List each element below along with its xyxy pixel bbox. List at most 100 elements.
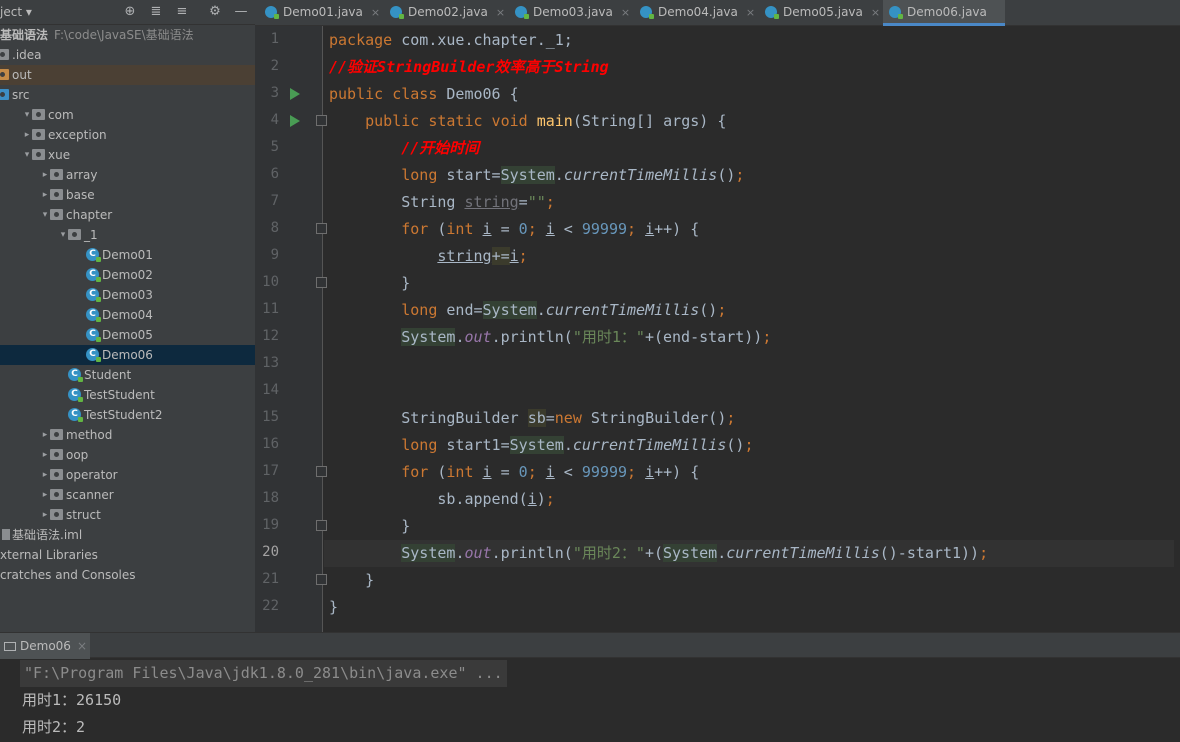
tree-item-label: array — [66, 168, 98, 182]
code-line-17[interactable]: for (int i = 0; i < 99999; i++) { — [329, 459, 1179, 486]
code-line-6[interactable]: long start=System.currentTimeMillis(); — [329, 162, 1179, 189]
fold-icon[interactable] — [316, 223, 327, 234]
close-icon[interactable]: × — [496, 6, 505, 19]
tab-demo05[interactable]: Demo05.java × — [763, 0, 881, 26]
tree-item-struct[interactable]: ▸ struct — [0, 505, 255, 525]
tree-item-基础语法[interactable]: 基础语法 F:\code\JavaSE\基础语法 — [0, 25, 255, 45]
close-icon[interactable]: × — [621, 6, 630, 19]
chevron-right-icon[interactable]: ▸ — [40, 425, 50, 445]
chevron-right-icon[interactable]: ▸ — [40, 505, 50, 525]
tree-item-base[interactable]: ▸ base — [0, 185, 255, 205]
console-output-line: 用时2：2 — [22, 718, 86, 736]
chevron-right-icon[interactable]: ▸ — [40, 165, 50, 185]
run-icon[interactable] — [290, 88, 300, 100]
tree-item-out[interactable]: out — [0, 65, 255, 85]
chevron-right-icon[interactable]: ▸ — [40, 465, 50, 485]
chevron-right-icon[interactable]: ▸ — [40, 185, 50, 205]
code-line-19[interactable]: } — [329, 513, 1179, 540]
code-line-16[interactable]: long start1=System.currentTimeMillis(); — [329, 432, 1179, 459]
fold-icon[interactable] — [316, 574, 327, 585]
run-icon[interactable] — [290, 115, 300, 127]
folder-icon — [50, 209, 63, 220]
tab-demo06[interactable]: Demo06.java — [883, 0, 1005, 26]
tree-item-label: exception — [48, 128, 107, 142]
close-icon[interactable]: × — [77, 639, 87, 653]
code-line-9[interactable]: string+=i; — [329, 243, 1179, 270]
code-line-20[interactable]: System.out.println("用时2："+(System.curren… — [324, 540, 1174, 567]
close-icon[interactable]: × — [871, 6, 880, 19]
chevron-right-icon[interactable]: ▸ — [40, 485, 50, 505]
chevron-right-icon[interactable]: ▸ — [22, 125, 32, 145]
tree-item-idea[interactable]: .idea — [0, 45, 255, 65]
chevron-down-icon[interactable]: ▾ — [22, 145, 32, 165]
code-line-8[interactable]: for (int i = 0; i < 99999; i++) { — [329, 216, 1179, 243]
fold-icon[interactable] — [316, 277, 327, 288]
tab-demo04[interactable]: Demo04.java × — [638, 0, 756, 26]
tree-item-com[interactable]: ▾ com — [0, 105, 255, 125]
tree-item-demo05[interactable]: C Demo05 — [0, 325, 255, 345]
code-line-15[interactable]: StringBuilder sb=new StringBuilder(); — [329, 405, 1179, 432]
minimize-icon[interactable]: — — [233, 4, 249, 20]
tree-item-基础语法-iml[interactable]: 基础语法.iml — [0, 525, 255, 545]
close-icon[interactable]: × — [746, 6, 755, 19]
code-line-12[interactable]: System.out.println("用时1："+(end-start)); — [329, 324, 1179, 351]
tab-demo01[interactable]: Demo01.java × — [263, 0, 381, 26]
code-line-5[interactable]: //开始时间 — [329, 135, 1179, 162]
fold-icon[interactable] — [316, 115, 327, 126]
gutter: 1 2 3 4 5 6 7 8 9 10 11 12 13 14 15 16 17 18 19 20 21 22 — [255, 26, 327, 632]
tab-demo02[interactable]: Demo02.java × — [388, 0, 506, 26]
code-line-4[interactable]: public static void main(String[] args) { — [329, 108, 1179, 135]
tree-item-label: struct — [66, 508, 101, 522]
code-line-18[interactable]: sb.append(i); — [329, 486, 1179, 513]
tree-item-demo06[interactable]: C Demo06 — [0, 345, 255, 365]
tree-item-teststudent[interactable]: C TestStudent — [0, 385, 255, 405]
run-panel: Demo06 × "F:\Program Files\Java\jdk1.8.0_… — [0, 632, 1180, 742]
code-line-10[interactable]: } — [329, 270, 1179, 297]
tree-item-array[interactable]: ▸ array — [0, 165, 255, 185]
tree-item-label: Demo01 — [102, 248, 153, 262]
tree-item-operator[interactable]: ▸ operator — [0, 465, 255, 485]
tree-item-exception[interactable]: ▸ exception — [0, 125, 255, 145]
tree-item-label: 基础语法.iml — [12, 528, 83, 542]
code-editor[interactable]: 1 2 3 4 5 6 7 8 9 10 11 12 13 14 15 16 17 18 19 20 21 22 pack… — [255, 26, 1180, 632]
code-line-1[interactable]: package com.xue.chapter._1; — [329, 27, 1179, 54]
tree-item-demo02[interactable]: C Demo02 — [0, 265, 255, 285]
tree-item-src[interactable]: src — [0, 85, 255, 105]
tree-item-teststudent2[interactable]: C TestStudent2 — [0, 405, 255, 425]
tree-item-1[interactable]: ▾ _1 — [0, 225, 255, 245]
tree-item-scanner[interactable]: ▸ scanner — [0, 485, 255, 505]
chevron-right-icon[interactable]: ▸ — [40, 445, 50, 465]
chevron-down-icon[interactable]: ▾ — [40, 205, 50, 225]
tree-item-demo01[interactable]: C Demo01 — [0, 245, 255, 265]
code-line-11[interactable]: long end=System.currentTimeMillis(); — [329, 297, 1179, 324]
locate-icon[interactable]: ⊕ — [122, 4, 138, 20]
tree-item-xternal-libraries[interactable]: xternal Libraries — [0, 545, 255, 565]
tree-item-xue[interactable]: ▾ xue — [0, 145, 255, 165]
fold-icon[interactable] — [316, 520, 327, 531]
tree-item-demo03[interactable]: C Demo03 — [0, 285, 255, 305]
tree-item-chapter[interactable]: ▾ chapter — [0, 205, 255, 225]
tree-item-student[interactable]: C Student — [0, 365, 255, 385]
tree-item-cratches-and-consoles[interactable]: cratches and Consoles — [0, 565, 255, 585]
code-line-22[interactable]: } — [329, 594, 1179, 621]
project-title[interactable]: ject ▾ — [0, 5, 32, 19]
collapse-all-icon[interactable]: ≡ — [174, 4, 190, 20]
close-icon[interactable]: × — [371, 6, 380, 19]
expand-all-icon[interactable]: ≣ — [148, 4, 164, 20]
chevron-down-icon[interactable]: ▾ — [22, 105, 32, 125]
code-line-2[interactable]: //验证StringBuilder效率高于String — [329, 54, 1179, 81]
run-tab-demo06[interactable]: Demo06 × — [0, 633, 90, 659]
folder-icon — [68, 229, 81, 240]
fold-icon[interactable] — [316, 466, 327, 477]
tree-item-demo04[interactable]: C Demo04 — [0, 305, 255, 325]
code-line-7[interactable]: String string=""; — [329, 189, 1179, 216]
code-line-21[interactable]: } — [329, 567, 1179, 594]
tree-item-oop[interactable]: ▸ oop — [0, 445, 255, 465]
console-command-line[interactable]: "F:\Program Files\Java\jdk1.8.0_281\bin\… — [20, 660, 507, 687]
tab-demo03[interactable]: Demo03.java × — [513, 0, 631, 26]
chevron-down-icon[interactable]: ▾ — [58, 225, 68, 245]
tree-item-label: xternal Libraries — [0, 548, 98, 562]
tree-item-method[interactable]: ▸ method — [0, 425, 255, 445]
code-line-3[interactable]: public class Demo06 { — [329, 81, 1179, 108]
gear-icon[interactable]: ⚙ — [207, 4, 223, 20]
